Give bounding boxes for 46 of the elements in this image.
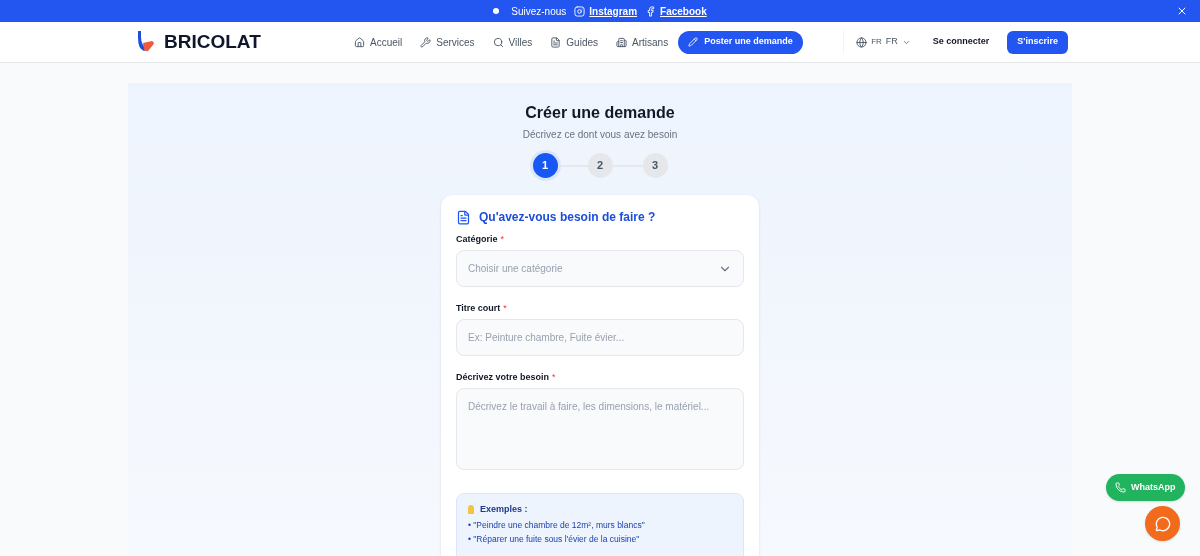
step-indicator: 1: [532, 153, 558, 178]
globe-icon: [856, 36, 868, 48]
home-icon: [354, 36, 365, 48]
field-label: Catégorie: [456, 233, 498, 245]
step-indicator: 2: [587, 153, 613, 178]
close-button[interactable]: [1176, 5, 1188, 17]
required-asterisk: *: [503, 302, 507, 314]
required-asterisk: *: [500, 233, 505, 245]
follow-label: Suivez-nous: [511, 4, 567, 19]
document-icon: [550, 36, 562, 48]
search-icon: [492, 36, 504, 48]
form-heading: Qu'avez-vous besoin de faire ?: [479, 209, 656, 225]
title-field[interactable]: Ex: Peinture chambre, Fuite évier...: [456, 319, 744, 356]
description-field[interactable]: Décrivez le travail à faire, les dimensions, le matériel...: [456, 388, 744, 470]
nav-link[interactable]: Artisans: [616, 34, 669, 50]
post-request-button[interactable]: Poster une demande: [678, 30, 803, 54]
examples-title: Exemples :: [480, 503, 528, 516]
facebook-icon: [645, 5, 657, 17]
page-title: Créer une demande: [525, 103, 675, 123]
field-label: Titre court: [456, 302, 501, 314]
required-asterisk: *: [552, 371, 556, 383]
step-indicator: 3: [642, 153, 668, 178]
nav-link[interactable]: Guides: [550, 34, 598, 50]
example-item: • "Réparer une fuite sous l'évier de la cuisine": [468, 533, 640, 545]
lightbulb-icon: [468, 505, 474, 515]
social-link[interactable]: Instagram: [574, 3, 638, 19]
wrench-icon: [420, 36, 432, 48]
signup-button[interactable]: S'inscrire: [1007, 30, 1068, 54]
instagram-icon: [574, 5, 586, 17]
nav-link[interactable]: Accueil: [354, 34, 403, 50]
example-item: • "Peindre une chambre de 12m², murs blancs": [468, 519, 645, 531]
login-button[interactable]: Se connecter: [932, 35, 990, 49]
field-label: Décrivez votre besoin: [456, 371, 550, 383]
language-code: FR: [871, 36, 882, 48]
building-icon: [616, 36, 627, 48]
social-link[interactable]: Facebook: [645, 3, 707, 19]
language-selector[interactable]: FR FR: [856, 35, 911, 49]
nav-link[interactable]: Services: [420, 34, 475, 50]
pencil-icon: [688, 37, 699, 47]
brand-name: BRICOLAT: [164, 29, 261, 54]
page-subtitle: Décrivez ce dont vous avez besoin: [522, 129, 678, 141]
chat-button[interactable]: [1145, 506, 1180, 541]
whatsapp-icon: [1115, 482, 1126, 493]
nav-link[interactable]: Villes: [492, 34, 533, 50]
document-icon: [456, 209, 471, 225]
chat-icon: [1154, 515, 1171, 532]
